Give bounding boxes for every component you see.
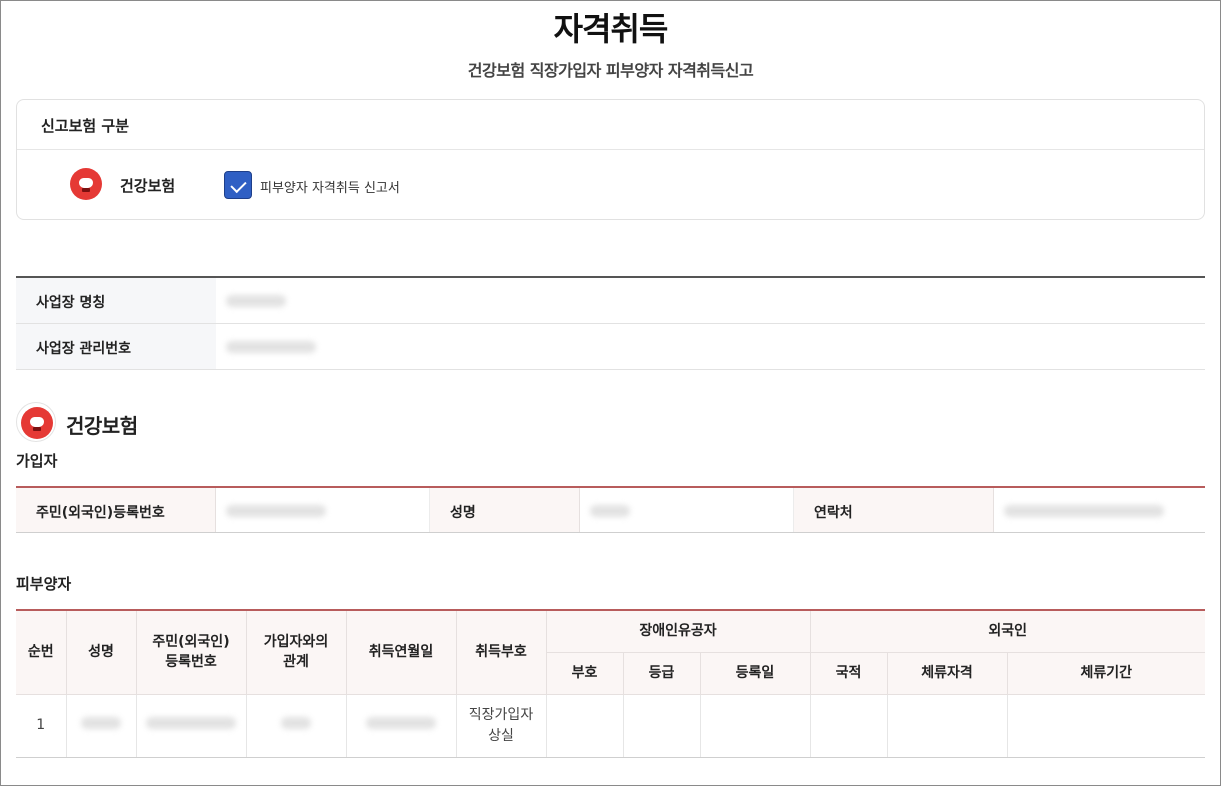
workplace-name-value [216,278,1205,323]
col-disabled-reg-date: 등록일 [699,651,811,695]
cell-name [65,693,137,758]
dependent-report-checkbox-label[interactable]: 피부양자 자격취득 신고서 [260,177,400,196]
table-row: 1 직장가입자 상실 [16,693,1205,758]
workplace-name-row: 사업장 명칭 [16,278,1205,324]
col-name: 성명 [65,609,137,695]
cell-disabled-grade [622,693,701,758]
dependent-report-checkbox[interactable] [224,171,252,199]
cell-disabled-reg-date [699,693,811,758]
workplace-number-label: 사업장 관리번호 [16,324,216,369]
insurance-option-row: 건강보험 피부양자 자격취득 신고서 [17,150,1204,220]
dependent-table: 순번 성명 주민(외국인) 등록번호 가입자와의 관계 취득연월일 취득부호 장… [16,609,1205,758]
cell-stay-status [886,693,1008,758]
subscriber-name-label: 성명 [430,488,580,532]
insurance-type-heading: 신고보험 구분 [17,100,1204,150]
nhis-heart-logo-icon [21,407,53,439]
cell-acquired-code-text: 직장가입자 상실 [468,706,534,744]
cell-acquired-date [345,693,457,758]
cell-acquired-code: 직장가입자 상실 [455,693,547,758]
page-title: 자격취득 [553,10,669,48]
dependent-title: 피부양자 [16,575,72,593]
cell-stay-period [1006,693,1205,758]
subscriber-title: 가입자 [16,452,58,470]
col-disabled-grade: 등급 [622,651,701,695]
workplace-number-row: 사업장 관리번호 [16,324,1205,370]
workplace-info-table: 사업장 명칭 사업장 관리번호 [16,276,1205,370]
cell-disabled-code [545,693,624,758]
subscriber-contact-label: 연락처 [794,488,994,532]
col-nationality: 국적 [809,651,888,695]
section-title: 건강보험 [66,414,138,438]
col-acquired-code: 취득부호 [455,609,547,695]
insurance-name: 건강보험 [120,177,176,195]
subscriber-contact-value [994,488,1205,532]
col-relation: 가입자와의 관계 [245,609,347,695]
cell-relation [245,693,347,758]
col-relation-label: 가입자와의 관계 [263,634,329,671]
section-logo-frame [16,402,56,442]
nhis-heart-logo-icon [70,168,102,200]
page-subtitle: 건강보험 직장가입자 피부양자 자격취득신고 [467,61,754,80]
col-group-disabled: 장애인유공자 [545,609,811,653]
subscriber-resident-no-value [216,488,430,532]
col-stay-period: 체류기간 [1006,651,1205,695]
col-resident-no: 주민(외국인) 등록번호 [135,609,247,695]
col-group-foreigner: 외국인 [809,609,1205,653]
col-resident-no-label: 주민(외국인) 등록번호 [152,634,230,671]
cell-resident-no [135,693,247,758]
subscriber-name-value [580,488,794,532]
subscriber-table: 주민(외국인)등록번호 성명 연락처 [16,486,1205,533]
insurance-type-box: 신고보험 구분 건강보험 피부양자 자격취득 신고서 [16,99,1205,220]
col-stay-status: 체류자격 [886,651,1008,695]
col-seq: 순번 [16,609,67,695]
col-acquired-date: 취득연월일 [345,609,457,695]
cell-nationality [809,693,888,758]
workplace-number-value [216,324,1205,369]
cell-seq: 1 [16,693,67,758]
workplace-name-label: 사업장 명칭 [16,278,216,323]
subscriber-resident-no-label: 주민(외국인)등록번호 [16,488,216,532]
col-disabled-code: 부호 [546,651,624,695]
